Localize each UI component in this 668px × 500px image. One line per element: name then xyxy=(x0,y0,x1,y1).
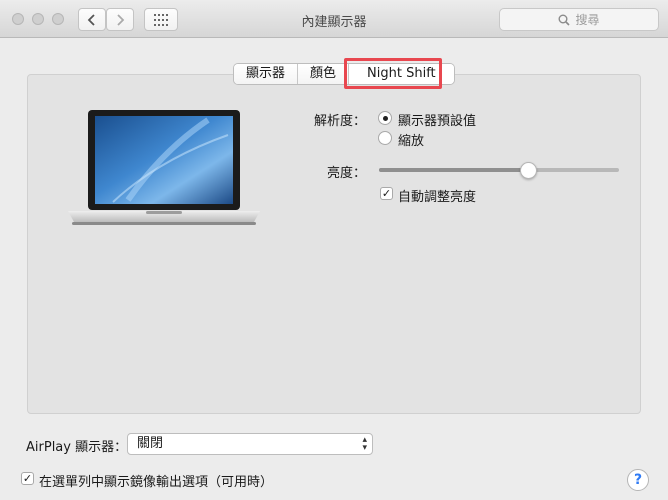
laptop-image xyxy=(68,110,260,232)
radio-scaled-resolution[interactable] xyxy=(378,131,392,145)
scaled-resolution-label[interactable]: 縮放 xyxy=(398,130,424,149)
auto-brightness-label[interactable]: 自動調整亮度 xyxy=(398,186,476,205)
mirroring-checkbox[interactable]: ✓ xyxy=(21,472,34,485)
default-resolution-label[interactable]: 顯示器預設值 xyxy=(398,110,476,129)
tab-night-shift[interactable]: Night Shift xyxy=(349,64,454,84)
auto-brightness-checkbox[interactable]: ✓ xyxy=(380,187,393,200)
tab-color[interactable]: 顏色 xyxy=(298,64,350,84)
radio-default-resolution[interactable] xyxy=(378,111,392,125)
resolution-label: 解析度： xyxy=(314,114,367,129)
brightness-slider-fill xyxy=(379,168,528,172)
search-input[interactable]: 搜尋 xyxy=(499,8,659,31)
help-icon[interactable]: ? xyxy=(627,469,649,491)
airplay-selected-value: 關閉 xyxy=(137,436,164,451)
brightness-label: 亮度： xyxy=(327,166,367,181)
brightness-slider-knob[interactable] xyxy=(519,162,537,179)
tab-display[interactable]: 顯示器 xyxy=(234,64,299,84)
search-icon xyxy=(558,14,571,26)
airplay-label: AirPlay 顯示器： xyxy=(26,440,128,455)
select-chevron-icon: ▴ ▾ xyxy=(362,435,367,453)
title-bar: 內建顯示器 搜尋 xyxy=(0,0,668,38)
tab-bar: 顯示器 顏色 Night Shift xyxy=(233,63,455,85)
mirroring-label[interactable]: 在選單列中顯示鏡像輸出選項（可用時） xyxy=(39,471,273,490)
search-placeholder: 搜尋 xyxy=(575,13,600,27)
airplay-display-select[interactable]: 關閉 ▴ ▾ xyxy=(127,433,373,455)
brightness-slider[interactable] xyxy=(379,168,619,172)
